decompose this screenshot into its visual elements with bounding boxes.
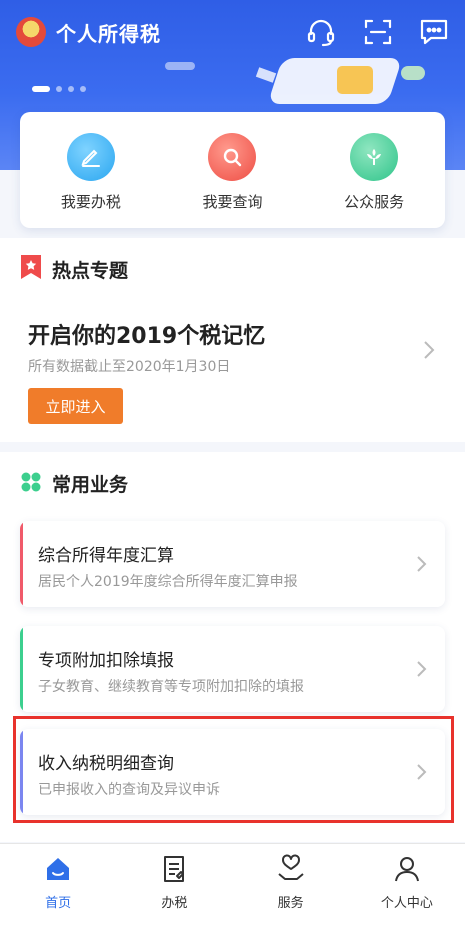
quick-action-label: 公众服务 (344, 192, 405, 211)
business-item-annual-settlement[interactable]: 综合所得年度汇算 居民个人2019年度综合所得年度汇算申报 (20, 521, 445, 607)
quick-action-label: 我要查询 (202, 192, 263, 211)
quick-action-tax[interactable]: 我要办税 (31, 132, 151, 212)
carousel-dot[interactable] (68, 86, 74, 92)
carousel-indicator[interactable] (32, 86, 86, 92)
pencil-icon (66, 132, 115, 181)
tab-label: 办税 (161, 896, 188, 911)
bookmark-icon (20, 254, 42, 284)
highlight-box (13, 716, 454, 823)
hot-topic-subtitle: 所有数据截止至2020年1月30日 (28, 359, 231, 375)
tab-label: 服务 (277, 896, 304, 911)
quick-action-public-service[interactable]: 公众服务 (314, 132, 434, 212)
quick-action-label: 我要办税 (60, 192, 121, 211)
flower-icon (350, 132, 399, 181)
tax-emblem-logo (16, 17, 46, 47)
section-title: 热点专题 (52, 259, 129, 282)
grid-clover-icon (20, 471, 42, 497)
banner-illustration (337, 66, 373, 94)
tab-label: 首页 (45, 896, 72, 911)
banner-decoration (255, 67, 277, 83)
banner-illustration (267, 58, 403, 104)
carousel-dot[interactable] (56, 86, 62, 92)
section-title: 常用业务 (52, 474, 129, 496)
hot-topic-title[interactable]: 开启你的2019个税记忆 (28, 318, 265, 350)
carousel-dot[interactable] (80, 86, 86, 92)
carousel-dot-active[interactable] (32, 86, 50, 92)
heart-hand-icon (276, 854, 306, 888)
message-icon[interactable] (419, 17, 449, 47)
business-item-special-deduction[interactable]: 专项附加扣除填报 子女教育、继续教育等专项附加扣除的填报 (20, 626, 445, 712)
hot-topics-section: 热点专题 开启你的2019个税记忆 所有数据截止至2020年1月30日 立即进入 (0, 238, 465, 442)
business-item-subtitle: 子女教育、继续教育等专项附加扣除的填报 (38, 679, 304, 695)
magnifier-icon (208, 132, 257, 181)
accent-bar (20, 521, 23, 607)
accent-bar (20, 626, 23, 712)
app-title: 个人所得税 (56, 21, 161, 46)
scan-icon[interactable] (363, 17, 393, 47)
tab-tax[interactable]: 办税 (124, 854, 224, 927)
chevron-right-icon[interactable] (423, 340, 435, 364)
tab-service[interactable]: 服务 (241, 854, 341, 927)
chevron-right-icon (416, 555, 427, 577)
user-icon (392, 854, 422, 888)
business-item-subtitle: 居民个人2019年度综合所得年度汇算申报 (38, 574, 298, 590)
quick-action-query[interactable]: 我要查询 (172, 132, 292, 212)
tab-home[interactable]: 首页 (8, 854, 108, 927)
headset-icon[interactable] (305, 16, 337, 48)
banner-decoration (401, 66, 425, 80)
tab-personal-center[interactable]: 个人中心 (357, 854, 457, 927)
hot-topics-header: 热点专题 (20, 254, 128, 284)
common-business-header: 常用业务 (20, 470, 128, 497)
chevron-right-icon (416, 660, 427, 682)
home-icon (43, 854, 73, 888)
business-item-title: 综合所得年度汇算 (38, 546, 174, 566)
document-icon (159, 854, 189, 888)
enter-now-button[interactable]: 立即进入 (28, 388, 123, 424)
tab-label: 个人中心 (380, 896, 433, 911)
business-item-title: 专项附加扣除填报 (38, 651, 174, 671)
bottom-tab-bar: 首页 办税 服务 个人中心 (0, 843, 465, 927)
quick-actions-card: 我要办税 我要查询 公众服务 (20, 112, 445, 228)
top-bar: 个人所得税 (0, 0, 465, 64)
